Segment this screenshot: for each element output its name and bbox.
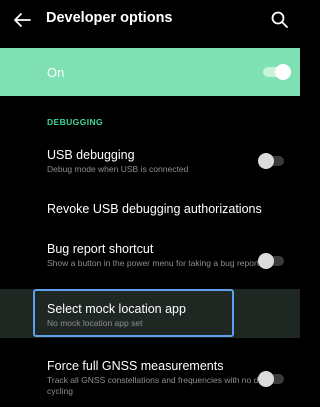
toggle-thumb [258,253,274,269]
pref-summary: Track all GNSS constellations and freque… [47,375,270,396]
gnss-toggle[interactable] [258,371,284,387]
toggle-thumb [275,64,291,80]
pref-title: USB debugging [47,148,135,162]
master-switch-row[interactable]: On [0,48,300,96]
section-header-debugging: DEBUGGING [47,117,104,127]
pref-title: Revoke USB debugging authorizations [47,202,262,216]
page-title: Developer options [46,10,173,26]
master-switch-label: On [47,65,65,80]
toggle-thumb [258,153,274,169]
pref-summary: Debug mode when USB is connected [47,164,189,174]
pref-revoke-usb-authorizations[interactable]: Revoke USB debugging authorizations [0,191,300,227]
pref-usb-debugging[interactable]: USB debugging Debug mode when USB is con… [0,140,300,180]
search-icon[interactable] [268,8,292,32]
pref-title: Force full GNSS measurements [47,359,224,373]
developer-options-screen: Developer options On DEBUGGING USB debug… [0,0,300,407]
pref-summary: Show a button in the power menu for taki… [47,258,260,268]
highlight-box [33,289,234,337]
usb-debugging-toggle[interactable] [258,153,284,169]
pref-force-full-gnss[interactable]: Force full GNSS measurements Track all G… [0,353,300,407]
back-arrow-icon[interactable] [10,8,34,32]
bug-report-toggle[interactable] [258,253,284,269]
master-toggle-switch[interactable] [263,64,291,80]
toggle-thumb [258,371,274,387]
pref-bug-report-shortcut[interactable]: Bug report shortcut Show a button in the… [0,233,300,288]
app-bar: Developer options [0,0,300,40]
pref-title: Bug report shortcut [47,242,154,256]
